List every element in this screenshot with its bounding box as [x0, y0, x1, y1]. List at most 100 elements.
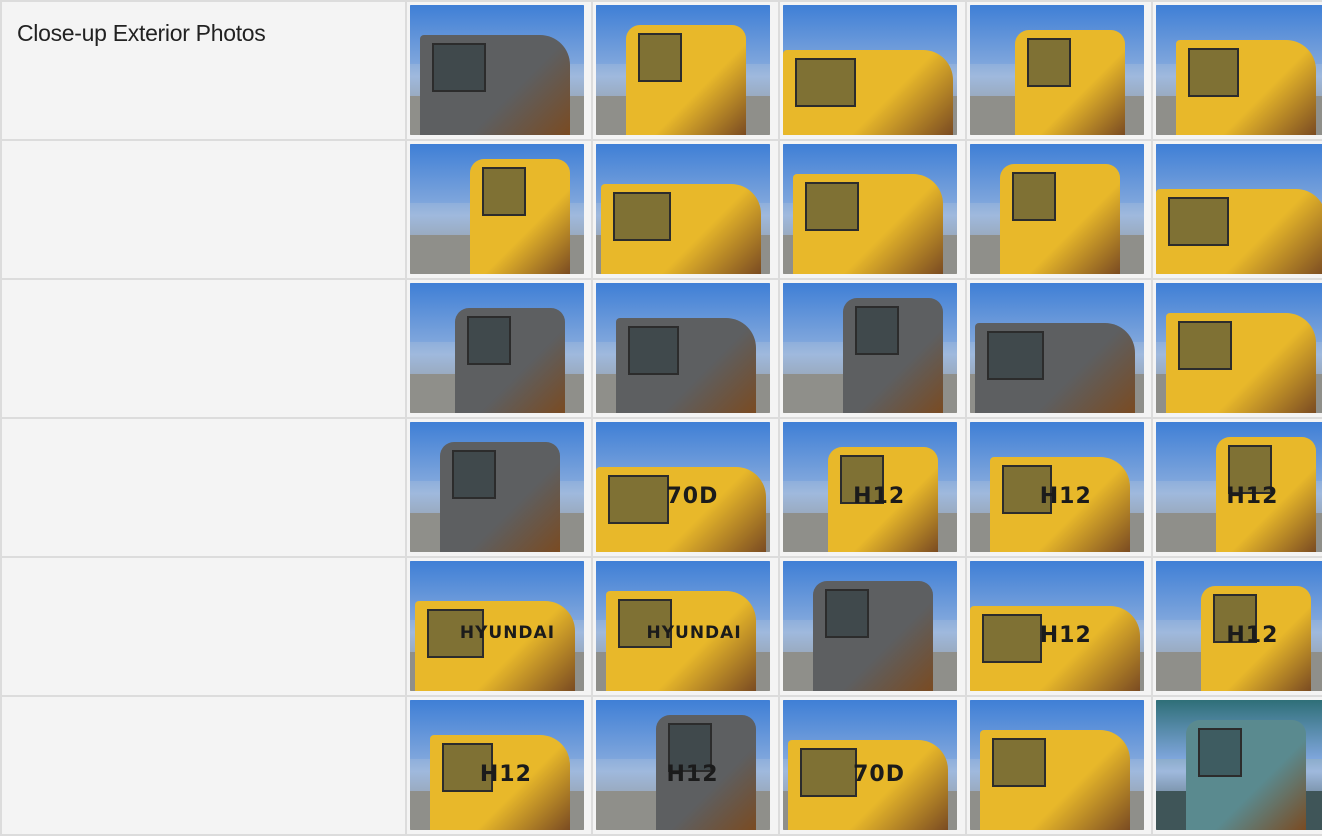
exterior-photo-table: Close-up Exterior Photos 70D H12 H12 H12 HYUN…: [0, 0, 1322, 836]
photo-thumbnail-side-70d[interactable]: 70D: [783, 700, 958, 830]
photo-window-accent: [608, 475, 670, 524]
row-label-cell: [0, 695, 407, 836]
photo-thumbnail-cab-door-h12[interactable]: H12: [596, 700, 771, 830]
photo-thumbnail-rear-bumper-hyundai[interactable]: HYUNDAI: [596, 561, 771, 691]
photo-thumbnail-cab-front-corner[interactable]: [783, 283, 958, 413]
photo-window-accent: [795, 58, 856, 107]
photo-thumbnail-side-panel-70d[interactable]: 70D: [596, 422, 771, 552]
photo-thumbnail-cab-door-frame[interactable]: [596, 5, 771, 135]
photo-thumbnail-cracked-glass[interactable]: [1156, 700, 1322, 830]
photo-window-accent: [1178, 321, 1233, 370]
row-label-cell: [0, 278, 407, 419]
photo-thumbnail-front-wheel[interactable]: [1156, 283, 1322, 413]
photo-thumbnail-rear-right-h12[interactable]: H12: [1156, 561, 1322, 691]
photo-marking: H12: [1226, 623, 1279, 648]
photo-cell: HYUNDAI: [591, 556, 781, 697]
photo-cell: [964, 278, 1154, 419]
photo-cell: [778, 556, 967, 697]
photo-cell: 70D: [778, 695, 967, 836]
photo-thumbnail-cab-step-area[interactable]: [969, 283, 1144, 413]
photo-window-accent: [451, 450, 496, 499]
photo-cell: H12: [964, 556, 1154, 697]
photo-thumbnail-cab-lower-door[interactable]: [596, 283, 771, 413]
photo-thumbnail-roof-work-light[interactable]: [783, 144, 958, 274]
photo-thumbnail-counterweight-left-h12[interactable]: H12: [969, 561, 1144, 691]
photo-thumbnail-tail-lights-right[interactable]: [409, 144, 584, 274]
photo-cell: H12: [964, 417, 1154, 558]
photo-thumbnail-mast-mirror[interactable]: [969, 144, 1144, 274]
photo-window-accent: [986, 331, 1045, 380]
photo-cell: [591, 0, 781, 141]
photo-cell: [591, 139, 781, 280]
photo-cell: H12: [404, 695, 594, 836]
photo-marking: H12: [1226, 484, 1279, 509]
photo-window-accent: [825, 589, 870, 638]
photo-cell: H12: [1151, 417, 1322, 558]
photo-window-accent: [1198, 728, 1243, 777]
photo-thumbnail-rear-h12[interactable]: H12: [969, 422, 1144, 552]
photo-thumbnail-cab-corner-light[interactable]: [1156, 144, 1322, 274]
photo-cell: H12: [591, 695, 781, 836]
photo-thumbnail-left-rear-h12[interactable]: H12: [409, 700, 584, 830]
photo-cell: [404, 0, 594, 141]
photo-window-accent: [1026, 38, 1071, 87]
photo-marking: 70D: [666, 484, 719, 509]
photo-window-accent: [1011, 172, 1056, 221]
photo-row: Close-up Exterior Photos: [0, 0, 1322, 141]
photo-window-accent: [991, 738, 1046, 787]
photo-window-accent: [638, 33, 683, 82]
photo-thumbnail-beacon-light[interactable]: [596, 144, 771, 274]
photo-thumbnail-cab-side-glass[interactable]: [409, 283, 584, 413]
photo-cell: H12: [778, 417, 967, 558]
photo-thumbnail-work-light-rear[interactable]: [783, 5, 958, 135]
photo-row: [0, 278, 1322, 419]
photo-window-accent: [466, 316, 511, 365]
photo-thumbnail-tail-lights-left[interactable]: [1156, 5, 1322, 135]
photo-cell: 70D: [591, 417, 781, 558]
photo-window-accent: [431, 43, 486, 92]
photo-marking: H12: [479, 762, 532, 787]
photo-row: [0, 139, 1322, 280]
photo-cell: [778, 139, 967, 280]
photo-cell: H12: [1151, 556, 1322, 697]
photo-thumbnail-counterweight-h12[interactable]: H12: [783, 422, 958, 552]
photo-cell: [591, 278, 781, 419]
row-label-cell: [0, 139, 407, 280]
photo-marking: 70D: [853, 762, 905, 787]
photo-cell: [1151, 0, 1322, 141]
section-caption: Close-up Exterior Photos: [17, 20, 266, 46]
photo-thumbnail-cab-left-side[interactable]: [409, 422, 584, 552]
photo-thumbnail-left-wheel[interactable]: [969, 700, 1144, 830]
photo-window-accent: [800, 748, 858, 797]
photo-cell: [964, 0, 1154, 141]
row-label-cell: [0, 417, 407, 558]
photo-window-accent: [613, 192, 671, 241]
photo-window-accent: [855, 306, 900, 355]
photo-marking: H12: [1039, 623, 1092, 648]
photo-marking: H12: [853, 484, 906, 509]
photo-window-accent: [805, 182, 860, 231]
row-label-cell: Close-up Exterior Photos: [0, 0, 407, 141]
photo-marking: H12: [1039, 484, 1092, 509]
photo-window-accent: [628, 326, 680, 375]
photo-window-accent: [1168, 197, 1230, 246]
photo-thumbnail-rear-hyundai[interactable]: HYUNDAI: [409, 561, 584, 691]
photo-thumbnail-rear-window[interactable]: [783, 561, 958, 691]
photo-cell: [404, 278, 594, 419]
photo-window-accent: [481, 167, 526, 216]
photo-thumbnail-work-light-roof[interactable]: [969, 5, 1144, 135]
photo-window-accent: [981, 614, 1043, 663]
photo-marking: H12: [666, 762, 719, 787]
row-label-cell: [0, 556, 407, 697]
photo-cell: [1151, 695, 1322, 836]
photo-marking: HYUNDAI: [459, 623, 556, 643]
photo-thumbnail-rear-corner-h12[interactable]: H12: [1156, 422, 1322, 552]
photo-row: H12 H12 70D: [0, 695, 1322, 836]
photo-cell: [964, 695, 1154, 836]
photo-row: 70D H12 H12 H12: [0, 417, 1322, 558]
photo-cell: HYUNDAI: [404, 556, 594, 697]
photo-cell: [778, 0, 967, 141]
photo-cell: [404, 139, 594, 280]
photo-cell: [1151, 139, 1322, 280]
photo-thumbnail-cab-roof-guard[interactable]: [409, 5, 584, 135]
